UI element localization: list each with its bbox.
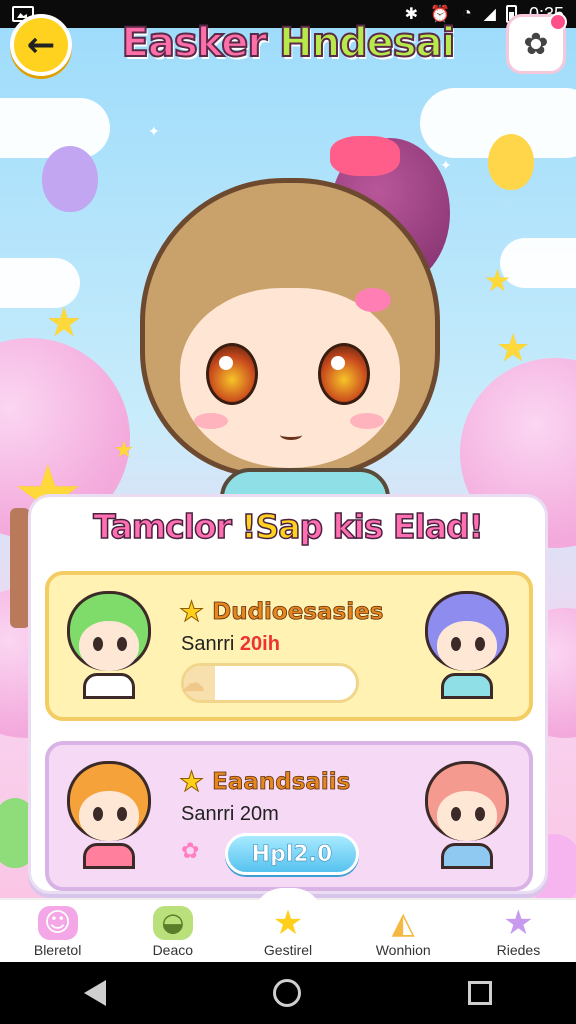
tab-deaco[interactable]: ◒ Deaco — [115, 900, 230, 962]
cloud — [0, 98, 110, 158]
avatar-face — [437, 791, 497, 841]
cake-icon: ◭ — [391, 905, 415, 941]
tab-label: Wonhion — [375, 942, 431, 958]
avatar-pink — [421, 761, 513, 869]
avatar-body — [83, 673, 135, 699]
avatar-eye — [117, 637, 127, 651]
hero-character — [110, 136, 470, 528]
panel-title-b: !Sa — [241, 506, 302, 547]
nav-recents-icon[interactable] — [468, 981, 493, 1005]
nav-home-icon[interactable] — [272, 979, 301, 1007]
card-name: ★ Eaandsaiis — [178, 765, 351, 799]
cloud — [500, 238, 576, 288]
tab-wonhion[interactable]: ◭ Wonhion — [346, 900, 461, 962]
star-icon: ★ — [178, 595, 205, 629]
avatar-body — [441, 843, 493, 869]
panel-title-a: Tamclor — [92, 506, 242, 547]
title-part-b: Hndesai — [278, 19, 456, 67]
title-part-a: Easker — [121, 19, 280, 67]
notification-dot — [549, 13, 567, 31]
card-name: ★ Dudioesasies — [178, 595, 384, 629]
avatar-eye — [451, 807, 461, 821]
friend-card[interactable]: ★ Eaandsaiis Sanrri 20m ✿ Hpl2.0 — [45, 741, 533, 891]
star-icon: ★ — [496, 326, 531, 370]
avatar-face — [437, 621, 497, 671]
tab-riedes[interactable]: ★ Riedes — [461, 900, 576, 962]
avatar-purple — [421, 591, 513, 699]
card-subtitle-prefix: Sanrri — [181, 633, 240, 655]
avatar-orange — [63, 761, 155, 869]
tab-bleretol[interactable]: ☺ Bleretol — [0, 900, 115, 962]
balloon — [488, 134, 534, 190]
arrow-left-icon: ← — [26, 25, 56, 65]
star-icon: ★ — [503, 903, 534, 943]
hair-bow — [330, 136, 400, 176]
friend-card[interactable]: ★ Dudioesasies Sanrri 20ih ☁ — [45, 571, 533, 721]
left-eye — [206, 343, 258, 405]
turtle-icon: ◒ — [152, 906, 193, 940]
main-panel: Tamclor !Sap kis Elad! ★ Dudioesasies Sa… — [28, 494, 548, 894]
avatar-eye — [451, 637, 461, 651]
tab-label: Riedes — [496, 942, 541, 958]
avatar-eye — [475, 807, 485, 821]
avatar-eye — [117, 807, 127, 821]
puff-icon: ✿ — [181, 839, 200, 864]
star-icon: ★ — [272, 903, 304, 943]
tab-label: Bleretol — [33, 942, 82, 958]
flower-gear-icon: ✿ — [523, 26, 549, 62]
star-icon: ★ — [484, 264, 511, 299]
hair-clip — [355, 288, 391, 312]
avatar-eye — [93, 807, 103, 821]
avatar-body — [83, 843, 135, 869]
panel-title: Tamclor !Sap kis Elad! — [31, 506, 545, 547]
avatar-eye — [475, 637, 485, 651]
balloon — [42, 146, 98, 212]
progress-bar — [181, 663, 359, 703]
settings-button[interactable]: ✿ — [506, 13, 567, 74]
hp-button[interactable]: Hpl2.0 — [225, 833, 359, 875]
right-eye — [318, 343, 370, 405]
star-icon: ★ — [46, 300, 82, 346]
tab-gestirel[interactable]: ★ Gestirel — [230, 900, 345, 962]
card-subtitle-highlight: 20ih — [239, 633, 280, 655]
tab-label: Deaco — [152, 942, 194, 958]
card-name-label: Dudioesasies — [212, 598, 384, 625]
blush — [194, 413, 228, 429]
nav-back-icon[interactable] — [83, 980, 106, 1006]
back-button[interactable]: ← — [10, 14, 72, 76]
card-name-label: Eaandsaiis — [212, 768, 351, 795]
avatar-body — [441, 673, 493, 699]
tab-label: Gestirel — [263, 942, 313, 958]
avatar-face — [79, 791, 139, 841]
card-subtitle: Sanrri 20m — [181, 803, 279, 826]
bottom-tab-bar: ☺ Bleretol ◒ Deaco ★ Gestirel ◭ Wonhion … — [0, 898, 576, 962]
blush — [350, 413, 384, 429]
page-title: Easker Hndesai — [90, 19, 486, 80]
puff-icon: ☁ — [181, 669, 205, 697]
avatar-eye — [93, 637, 103, 651]
avatar-green — [63, 591, 155, 699]
card-subtitle: Sanrri 20ih — [181, 633, 280, 656]
star-icon: ★ — [178, 765, 205, 799]
avatar-face — [79, 621, 139, 671]
panel-title-c: p kis Elad! — [299, 506, 485, 547]
system-nav-bar — [0, 962, 576, 1024]
card-subtitle-prefix: Sanrri 20m — [181, 803, 279, 825]
mouth — [280, 430, 302, 440]
ghost-icon: ☺ — [37, 906, 78, 940]
